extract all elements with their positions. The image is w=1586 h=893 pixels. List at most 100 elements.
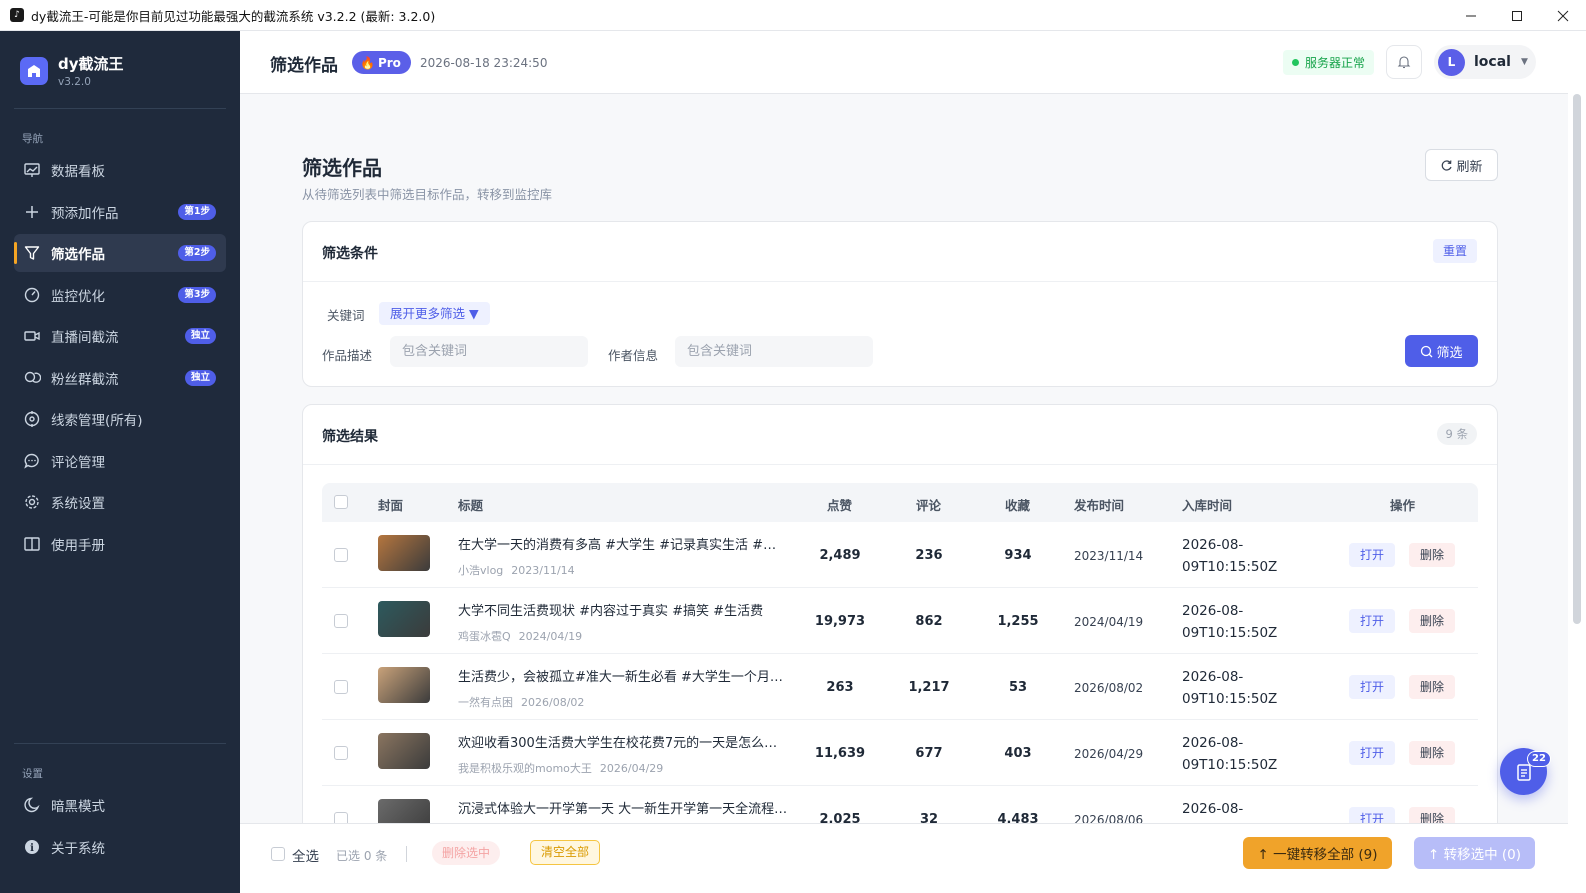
select-all-label[interactable]: 全选 [292,845,319,865]
page-title: 筛选作品 [302,156,382,180]
open-button[interactable]: 打开 [1349,609,1396,633]
sidebar-item-live[interactable]: 直播间截流 独立 [14,317,226,355]
pro-label: Pro [377,55,401,70]
delete-button[interactable]: 删除 [1409,741,1456,765]
row-comments: 32 [919,812,939,823]
reset-button[interactable]: 重置 [1432,239,1477,263]
desc-keyword-input[interactable] [390,336,588,367]
clear-all-button[interactable]: 清空全部 [530,840,601,865]
column-header: 点赞 [827,498,853,513]
dashboard-icon [23,161,41,179]
row-checkbox[interactable] [334,680,348,694]
window-title: dy截流王-可能是你目前见过功能最强大的截流系统 v3.2.2 (最新: 3.2… [31,8,436,24]
target-icon [23,410,41,428]
cover-thumbnail[interactable] [378,535,430,571]
table-row: 生活费少，会被孤立#准大一新生必看 #大学生一个月生活费 一然有点困 2026/08… [322,654,1478,720]
page-subtitle: 从待筛选列表中筛选目标作品，转移到监控库 [302,187,553,202]
row-title: 生活费少，会被孤立#准大一新生必看 #大学生一个月生活费 [458,670,788,685]
delete-selected-button[interactable]: 删除选中 [432,841,501,865]
row-favorites: 403 [1004,746,1032,761]
sidebar-item-label: 监控优化 [51,289,105,305]
sidebar-item-fan-group[interactable]: 粉丝群截流 独立 [14,359,226,397]
row-author: 鸡蛋冰雹Q [458,630,511,643]
select-all-checkbox[interactable] [271,847,285,861]
book-icon [23,535,41,553]
close-icon[interactable] [1540,0,1586,31]
row-meta: 鸡蛋冰雹Q 2024/04/19 [458,628,582,644]
main-scrollbar[interactable] [1568,94,1586,893]
table-row: 沉浸式体验大一开学第一天 大一新生开学第一天全流程记录 2,025 32 4,483 2… [322,786,1478,823]
standalone-badge: 独立 [184,328,216,344]
sidebar-item-dark-mode[interactable]: 暗黑模式 [14,786,226,824]
filter-submit-button[interactable]: 筛选 [1405,335,1478,367]
row-checkbox[interactable] [334,812,348,823]
filter-card: 筛选条件 重置 关键词 展开更多筛选 ▼ 作品描述 作者信息 筛选 [302,221,1498,387]
row-checkbox[interactable] [334,614,348,628]
divider [14,108,226,109]
step-badge: 第3步 [178,287,216,303]
row-checkbox[interactable] [334,548,348,562]
row-favorites: 53 [1008,680,1028,695]
sidebar-item-filter[interactable]: 筛选作品 第2步 [14,234,226,272]
row-published: 2026/04/29 [1074,747,1144,761]
row-likes: 11,639 [814,746,866,761]
transfer-selected-button[interactable]: ↑ 转移选中 (0) [1414,837,1535,869]
main-content: 筛选作品 从待筛选列表中筛选目标作品，转移到监控库 刷新 筛选条件 重置 关键词… [240,94,1568,823]
avatar: L [1438,48,1465,76]
sidebar-item-pre-add[interactable]: 预添加作品 第1步 [14,193,226,231]
open-button[interactable]: 打开 [1349,741,1396,765]
delete-button[interactable]: 删除 [1409,675,1456,699]
cover-thumbnail[interactable] [378,667,430,703]
sidebar-item-comments[interactable]: 评论管理 [14,442,226,480]
sidebar-item-label: 数据看板 [51,164,105,180]
table-row: 大学不同生活费现状 #内容过于真实 #搞笑 #生活费 鸡蛋冰雹Q 2024/04/1… [322,588,1478,654]
sidebar-item-monitor[interactable]: 监控优化 第3步 [14,276,226,314]
sidebar-item-dashboard[interactable]: 数据看板 [14,151,226,189]
sidebar: dy截流王 v3.2.0 导航 数据看板 预添加作品 第1步 筛选作品 第2步 … [0,31,240,893]
column-header: 封面 [378,498,404,513]
row-comments: 677 [915,746,943,761]
settings-section-label: 设置 [22,768,43,780]
expand-filters-button[interactable]: 展开更多筛选 ▼ [379,302,490,325]
select-all-rows-checkbox[interactable] [334,495,348,509]
user-menu[interactable]: L local ▼ [1434,45,1536,79]
sidebar-item-label: 直播间截流 [51,330,119,346]
cover-thumbnail[interactable] [378,733,430,769]
sidebar-item-manual[interactable]: 使用手册 [14,525,226,563]
open-button[interactable]: 打开 [1349,543,1396,567]
maximize-icon[interactable] [1494,0,1540,31]
table-body: 在大学一天的消费有多高 #大学生 #记录真实生活 #一加 小浩vlog 2023/1… [322,522,1478,823]
sidebar-item-settings[interactable]: 系统设置 [14,483,226,521]
sidebar-item-about[interactable]: i 关于系统 [14,828,226,866]
delete-button[interactable]: 删除 [1409,807,1456,823]
notification-button[interactable] [1386,45,1422,79]
delete-button[interactable]: 删除 [1409,609,1456,633]
sidebar-item-label: 评论管理 [51,455,105,471]
table-row: 在大学一天的消费有多高 #大学生 #记录真实生活 #一加 小浩vlog 2023/1… [322,522,1478,588]
row-likes: 19,973 [814,614,866,629]
row-title: 沉浸式体验大一开学第一天 大一新生开学第一天全流程记录 [458,802,788,817]
scrollbar-thumb[interactable] [1573,94,1581,624]
row-checkbox[interactable] [334,746,348,760]
bell-icon [1397,56,1411,69]
cover-thumbnail[interactable] [378,799,430,823]
results-count-badge: 9 条 [1436,423,1477,445]
row-favorites: 934 [1004,548,1032,563]
author-keyword-input[interactable] [675,336,873,367]
info-icon: i [23,838,41,856]
delete-button[interactable]: 删除 [1409,543,1456,567]
filter-card-title: 筛选条件 [322,246,378,262]
minimize-icon[interactable] [1448,0,1494,31]
bottom-action-bar: 全选 已选 0 条 删除选中 清空全部 ↑ 一键转移全部 (9) ↑ 转移选中 … [240,823,1568,883]
gauge-icon [23,286,41,304]
row-ingested: 2026-08-09T10:15:50Z [1182,669,1278,707]
row-published: 2026/08/06 [1074,813,1144,823]
cover-thumbnail[interactable] [378,601,430,637]
open-button[interactable]: 打开 [1349,675,1396,699]
row-ingested: 2026-08-09T10:15:50Z [1182,801,1244,817]
open-button[interactable]: 打开 [1349,807,1396,823]
transfer-all-button[interactable]: ↑ 一键转移全部 (9) [1243,837,1392,869]
row-date: 2026/08/02 [521,696,585,709]
sidebar-item-leads[interactable]: 线索管理(所有) [14,400,226,438]
refresh-button[interactable]: 刷新 [1425,149,1498,181]
